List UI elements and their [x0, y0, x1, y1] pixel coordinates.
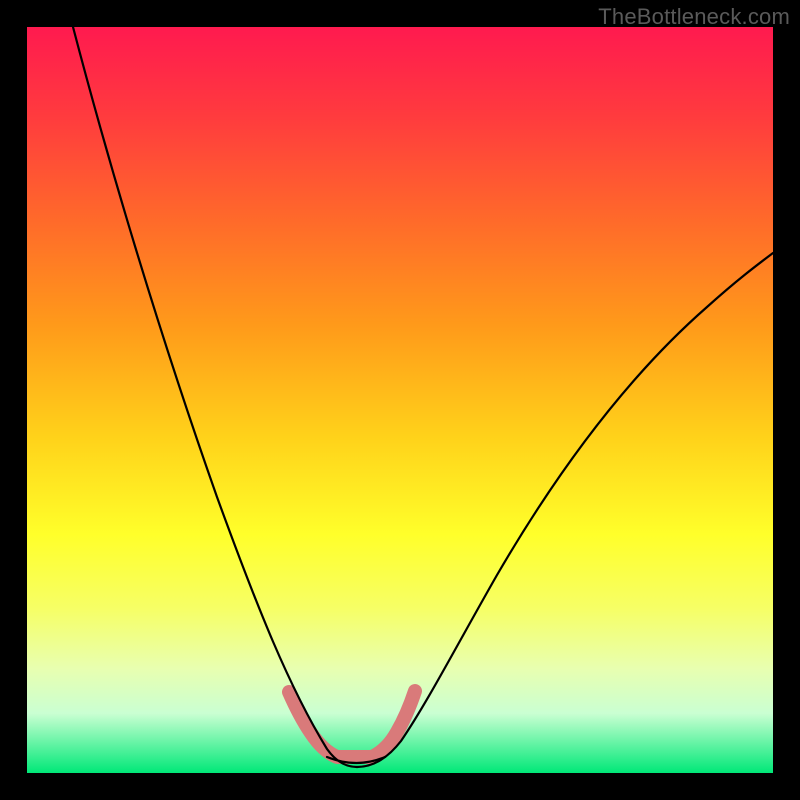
gradient-plot-area — [27, 27, 773, 773]
chart-svg — [27, 27, 773, 773]
black-left-branch — [73, 27, 357, 767]
chart-frame: TheBottleneck.com — [0, 0, 800, 800]
